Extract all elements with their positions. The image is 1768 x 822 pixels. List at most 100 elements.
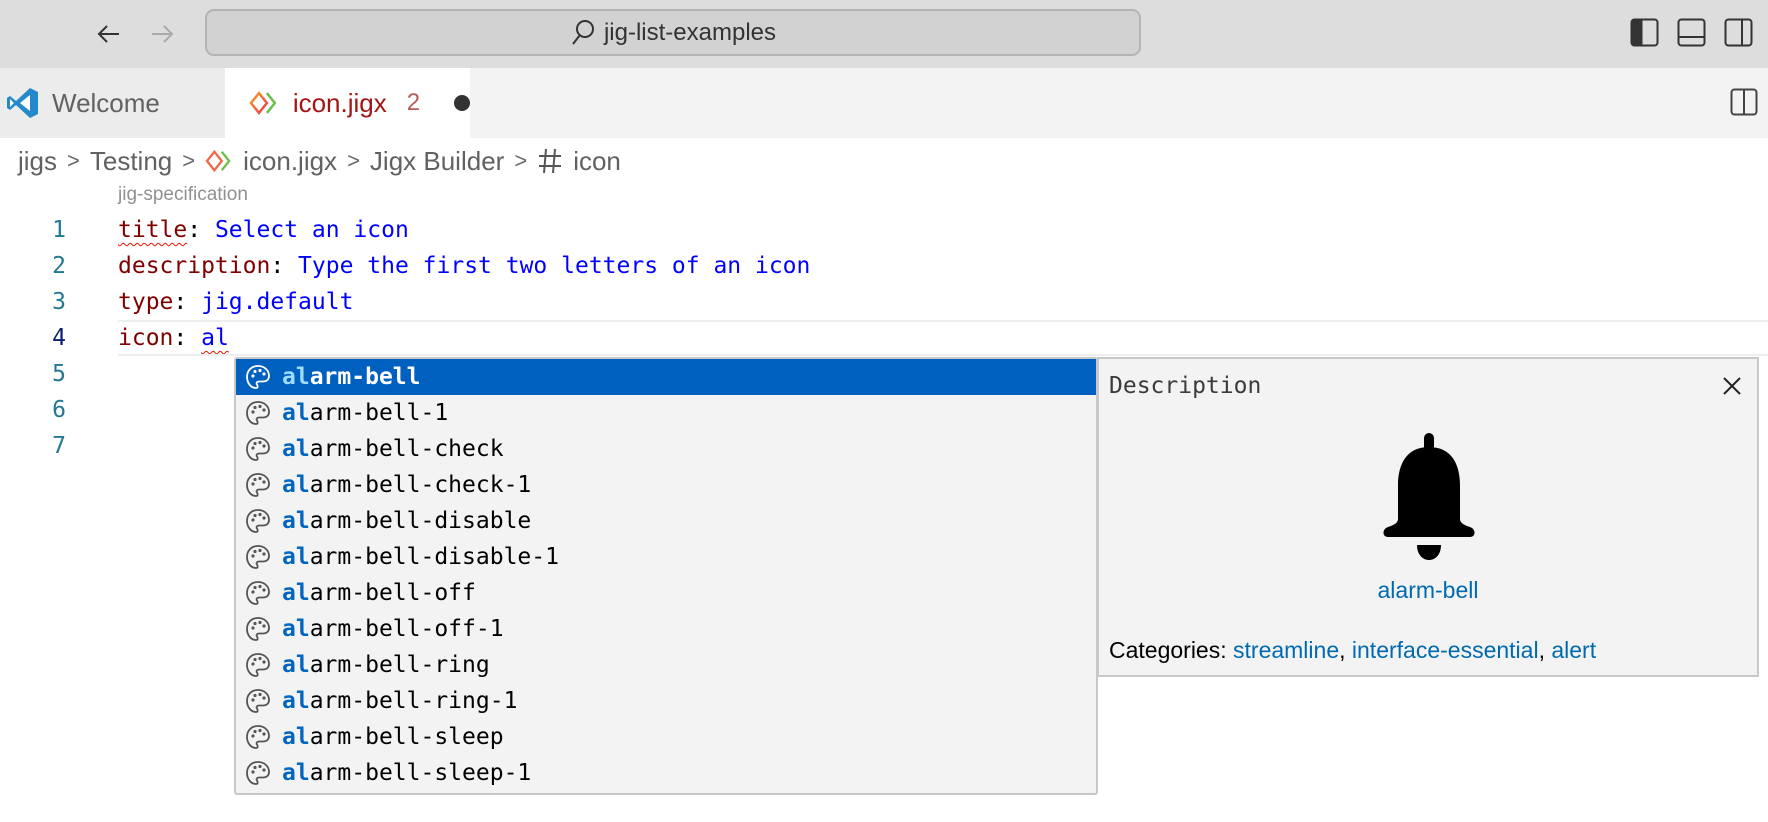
- editor-line-current: 4 icon: al: [0, 320, 1768, 356]
- suggestion-match: al: [282, 400, 310, 426]
- command-center-text: jig-list-examples: [603, 18, 777, 46]
- suggestion-match: al: [282, 760, 310, 786]
- palette-icon: [246, 401, 270, 425]
- breadcrumb-separator: >: [347, 148, 360, 173]
- breadcrumb-separator: >: [182, 148, 196, 173]
- palette-icon: [246, 581, 270, 605]
- line-number: 1: [52, 217, 66, 243]
- suggestion-match: al: [282, 616, 310, 642]
- suggestion-rest: arm-bell-sleep-1: [309, 760, 532, 786]
- suggestion-item[interactable]: alarm-bell-check-1: [236, 467, 1096, 503]
- alarm-bell-icon: [1383, 433, 1475, 560]
- suggestion-label: alarm-bell-sleep-1: [282, 760, 531, 786]
- jigx-file-icon: [249, 91, 277, 115]
- palette-icon: [246, 473, 270, 497]
- toggle-panel-icon[interactable]: [1677, 18, 1706, 47]
- breadcrumb-separator: >: [67, 148, 80, 173]
- breadcrumb-item-file[interactable]: icon.jigx: [243, 146, 337, 177]
- yaml-value: jig.default: [187, 289, 354, 315]
- suggestion-rest: arm-bell-check-1: [309, 472, 532, 498]
- split-editor-icon[interactable]: [1730, 88, 1758, 116]
- suggestion-rest: arm-bell-disable-1: [309, 544, 559, 570]
- suggestion-label: alarm-bell-off: [282, 580, 476, 606]
- jigx-file-icon: [205, 149, 231, 173]
- number-sign-icon: [539, 148, 562, 174]
- suggestion-item[interactable]: alarm-bell-ring-1: [236, 683, 1096, 719]
- toggle-primary-sidebar-icon[interactable]: [1630, 18, 1659, 47]
- suggestion-match: al: [282, 724, 310, 750]
- suggestion-label: alarm-bell-ring-1: [282, 688, 517, 714]
- yaml-colon: :: [173, 289, 188, 315]
- vscode-logo-icon: [7, 88, 38, 118]
- suggest-details-pane: Description alarm-bell Categories: strea…: [1097, 357, 1759, 677]
- suggestion-rest: arm-bell-ring-1: [309, 688, 518, 714]
- close-icon[interactable]: [1719, 373, 1745, 399]
- suggest-widget: alarm-bell alarm-bell-1 alarm-bell-check al…: [234, 357, 1098, 795]
- suggestion-item[interactable]: alarm-bell-off-1: [236, 611, 1096, 647]
- title-bar: jig-list-examples: [0, 0, 1768, 68]
- search-icon: [570, 19, 596, 47]
- tab-label: Welcome: [52, 87, 160, 118]
- go-forward-button[interactable]: [144, 16, 180, 52]
- category-separator: ,: [1538, 637, 1552, 663]
- suggestion-rest: arm-bell-off-1: [309, 616, 504, 642]
- suggestion-item[interactable]: alarm-bell-ring: [236, 647, 1096, 683]
- breadcrumb-item-jigx-builder[interactable]: Jigx Builder: [370, 146, 504, 177]
- yaml-colon: :: [173, 325, 188, 351]
- category-separator: ,: [1339, 637, 1352, 663]
- yaml-colon: :: [270, 253, 285, 279]
- command-center-search[interactable]: jig-list-examples: [205, 9, 1141, 56]
- suggestion-item-selected[interactable]: alarm-bell: [236, 359, 1096, 395]
- suggestion-item[interactable]: alarm-bell-disable-1: [236, 539, 1096, 575]
- codelens-schema[interactable]: jig-specification: [118, 184, 248, 206]
- suggestion-label: alarm-bell-sleep: [282, 724, 504, 750]
- details-icon-name[interactable]: alarm-bell: [1099, 577, 1757, 604]
- suggestion-rest: arm-bell-disable: [309, 508, 532, 534]
- palette-icon: [246, 617, 270, 641]
- palette-icon: [246, 545, 270, 569]
- go-back-button[interactable]: [91, 16, 127, 52]
- line-number: 4: [52, 325, 66, 351]
- editor-line: 2 description: Type the first two letter…: [0, 248, 1768, 284]
- details-title: Description: [1109, 373, 1262, 399]
- palette-icon: [246, 761, 270, 785]
- toggle-secondary-sidebar-icon[interactable]: [1724, 18, 1753, 47]
- line-number: 6: [52, 397, 66, 423]
- yaml-key: type: [118, 289, 174, 315]
- editor-line: 3 type: jig.default: [0, 284, 1768, 320]
- suggestion-rest: arm-bell-sleep: [309, 724, 504, 750]
- suggestion-rest: arm-bell: [309, 364, 421, 390]
- tab-icon-jigx[interactable]: icon.jigx 2: [225, 68, 470, 138]
- tab-welcome[interactable]: Welcome: [0, 68, 225, 138]
- editor-tab-bar: Welcome icon.jigx 2: [0, 68, 1768, 138]
- suggestion-rest: arm-bell-1: [309, 400, 449, 426]
- category-link-interface-essential[interactable]: interface-essential: [1352, 637, 1539, 663]
- palette-icon: [246, 437, 270, 461]
- suggestion-match: al: [282, 472, 310, 498]
- suggestion-item[interactable]: alarm-bell-off: [236, 575, 1096, 611]
- breadcrumb-item-icon[interactable]: icon: [573, 146, 621, 177]
- suggestion-item[interactable]: alarm-bell-disable: [236, 503, 1096, 539]
- suggestion-label: alarm-bell-disable-1: [282, 544, 559, 570]
- breadcrumb-item-testing[interactable]: Testing: [90, 146, 172, 177]
- suggestion-label: alarm-bell-ring: [282, 652, 490, 678]
- palette-icon: [246, 365, 270, 389]
- problems-count-badge: 2: [406, 89, 421, 116]
- category-link-streamline[interactable]: streamline: [1233, 637, 1339, 663]
- suggestion-rest: arm-bell-ring: [309, 652, 490, 678]
- arrow-right-icon: [152, 25, 174, 43]
- suggestion-label: alarm-bell-disable: [282, 508, 531, 534]
- suggestion-match: al: [282, 364, 310, 390]
- tab-label: icon.jigx: [292, 87, 387, 118]
- category-link-alert[interactable]: alert: [1551, 637, 1596, 663]
- suggestion-item[interactable]: alarm-bell-check: [236, 431, 1096, 467]
- suggestion-match: al: [282, 544, 310, 570]
- unsaved-changes-dot[interactable]: [454, 95, 470, 111]
- suggestion-item[interactable]: alarm-bell-sleep: [236, 719, 1096, 755]
- palette-icon: [246, 689, 270, 713]
- suggestion-item[interactable]: alarm-bell-1: [236, 395, 1096, 431]
- yaml-value: Select an icon: [201, 217, 409, 243]
- suggestion-item[interactable]: alarm-bell-sleep-1: [236, 755, 1096, 791]
- breadcrumb-item-jigs[interactable]: jigs: [18, 146, 57, 177]
